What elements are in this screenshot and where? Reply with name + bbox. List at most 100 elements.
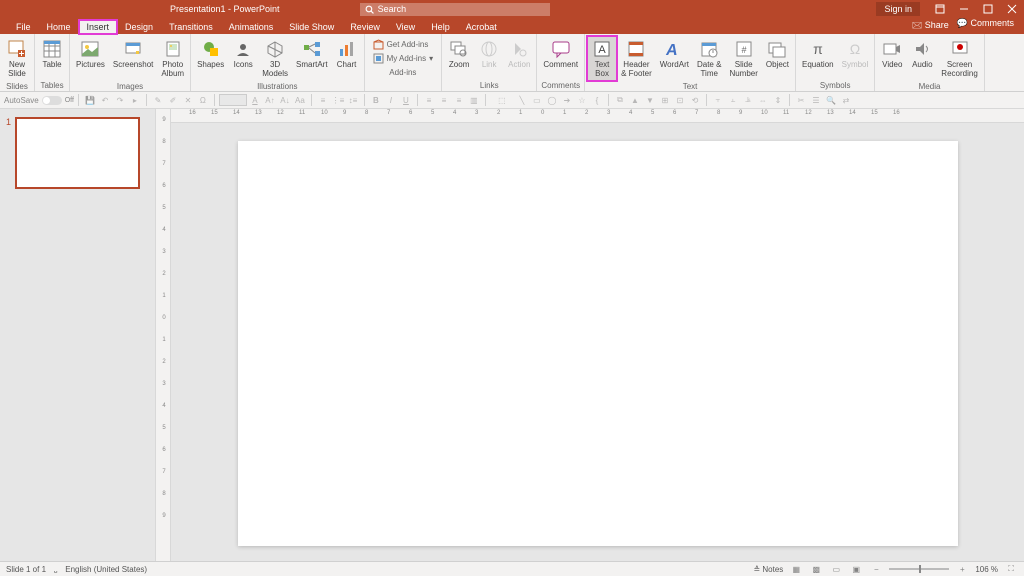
zoom-level[interactable]: 106 % <box>975 565 998 574</box>
chart-button[interactable]: Chart <box>332 36 362 81</box>
reading-view-icon[interactable]: ▭ <box>829 563 843 575</box>
selection-pane-icon[interactable]: ☰ <box>809 93 823 107</box>
align-right-icon[interactable]: ≡ <box>452 93 466 107</box>
get-addins-button[interactable]: Get Add-ins <box>371 38 436 51</box>
change-case-icon[interactable]: Aa <box>293 93 307 107</box>
zoom-slider[interactable] <box>889 568 949 570</box>
icons-button[interactable]: Icons <box>228 36 258 81</box>
smartart-button[interactable]: SmartArt <box>292 36 332 81</box>
align-objects-icon[interactable]: ⊞ <box>658 93 672 107</box>
fit-to-window-icon[interactable]: ⛶ <box>1004 563 1018 575</box>
align-left-icon[interactable]: ≡ <box>422 93 436 107</box>
audio-button[interactable]: Audio <box>907 36 937 81</box>
bring-forward-icon[interactable]: ▲ <box>628 93 642 107</box>
tab-slideshow[interactable]: Slide Show <box>281 20 342 34</box>
rect-shape-icon[interactable]: ▭ <box>530 93 544 107</box>
header-footer-button[interactable]: Header & Footer <box>617 36 656 81</box>
comments-button[interactable]: 💬 Comments <box>957 18 1014 34</box>
3d-models-button[interactable]: 3D Models <box>258 36 292 81</box>
tab-review[interactable]: Review <box>342 20 388 34</box>
clear-icon[interactable]: ✕ <box>181 93 195 107</box>
tab-help[interactable]: Help <box>423 20 458 34</box>
replace-icon[interactable]: ⇄ <box>839 93 853 107</box>
spellcheck-icon[interactable]: ⎵ <box>54 564 57 574</box>
screenshot-button[interactable]: Screenshot <box>109 36 157 81</box>
text-box-button[interactable]: AText Box <box>587 36 617 81</box>
new-slide-button[interactable]: New Slide <box>2 36 32 81</box>
photo-album-button[interactable]: Photo Album <box>157 36 188 81</box>
find-icon[interactable]: 🔍 <box>824 93 838 107</box>
slide-thumbnails-panel[interactable]: 1 <box>0 109 155 561</box>
wordart-button[interactable]: AWordArt <box>656 36 693 81</box>
crop-icon[interactable]: ✂ <box>794 93 808 107</box>
ribbon-display-button[interactable] <box>928 0 952 18</box>
tab-animations[interactable]: Animations <box>221 20 282 34</box>
rotate-icon[interactable]: ⟲ <box>688 93 702 107</box>
slide-number-button[interactable]: #Slide Number <box>725 36 761 81</box>
columns-icon[interactable]: ▥ <box>467 93 481 107</box>
slide-indicator[interactable]: Slide 1 of 1 <box>6 565 46 574</box>
zoom-out-button[interactable]: − <box>869 563 883 575</box>
autosave-toggle[interactable] <box>42 96 62 105</box>
bullets-icon[interactable]: ≡ <box>316 93 330 107</box>
slideshow-view-icon[interactable]: ▣ <box>849 563 863 575</box>
font-color-icon[interactable]: A <box>248 93 262 107</box>
zoom-button[interactable]: Zoom <box>444 36 474 80</box>
tab-view[interactable]: View <box>388 20 423 34</box>
close-button[interactable] <box>1000 0 1024 18</box>
table-button[interactable]: Table <box>37 36 67 80</box>
date-time-button[interactable]: Date & Time <box>693 36 725 81</box>
sorter-view-icon[interactable]: ▩ <box>809 563 823 575</box>
tab-insert[interactable]: Insert <box>79 20 118 34</box>
align-top-icon[interactable]: ⫟ <box>711 93 725 107</box>
save-icon[interactable]: 💾 <box>83 93 97 107</box>
brace-shape-icon[interactable]: { <box>590 93 604 107</box>
zoom-in-button[interactable]: + <box>955 563 969 575</box>
redo-icon[interactable]: ↷ <box>113 93 127 107</box>
slide-thumbnail-1[interactable] <box>15 117 140 189</box>
align-middle-icon[interactable]: ⫠ <box>726 93 740 107</box>
share-button[interactable]: 🖂 Share <box>912 18 949 34</box>
video-button[interactable]: Video <box>877 36 907 81</box>
arrange-icon[interactable]: ⧉ <box>613 93 627 107</box>
send-backward-icon[interactable]: ▼ <box>643 93 657 107</box>
comment-button[interactable]: Comment <box>539 36 582 80</box>
tab-file[interactable]: File <box>8 20 39 34</box>
eyedropper-icon[interactable]: ✐ <box>166 93 180 107</box>
start-slideshow-icon[interactable]: ▸ <box>128 93 142 107</box>
numbering-icon[interactable]: ⋮≡ <box>331 93 345 107</box>
slide-canvas[interactable] <box>238 141 958 546</box>
textbox-icon[interactable]: ⬚ <box>490 93 514 107</box>
arrow-shape-icon[interactable]: ➔ <box>560 93 574 107</box>
decrease-font-icon[interactable]: A↓ <box>278 93 292 107</box>
slide-canvas-area[interactable] <box>171 123 1024 561</box>
underline-icon[interactable]: U <box>399 93 413 107</box>
distribute-v-icon[interactable]: ⇕ <box>771 93 785 107</box>
shape-fill-dropdown[interactable] <box>219 94 247 106</box>
tab-transitions[interactable]: Transitions <box>161 20 221 34</box>
italic-icon[interactable]: I <box>384 93 398 107</box>
minimize-button[interactable] <box>952 0 976 18</box>
pictures-button[interactable]: Pictures <box>72 36 109 81</box>
format-painter-icon[interactable]: ✎ <box>151 93 165 107</box>
language-indicator[interactable]: English (United States) <box>65 565 147 574</box>
undo-icon[interactable]: ↶ <box>98 93 112 107</box>
tab-design[interactable]: Design <box>117 20 161 34</box>
tab-acrobat[interactable]: Acrobat <box>458 20 505 34</box>
line-shape-icon[interactable]: ╲ <box>515 93 529 107</box>
bold-icon[interactable]: B <box>369 93 383 107</box>
sign-in-button[interactable]: Sign in <box>876 2 920 16</box>
oval-shape-icon[interactable]: ◯ <box>545 93 559 107</box>
tab-home[interactable]: Home <box>39 20 79 34</box>
star-shape-icon[interactable]: ☆ <box>575 93 589 107</box>
align-center-icon[interactable]: ≡ <box>437 93 451 107</box>
search-box[interactable]: Search <box>360 3 550 16</box>
shapes-button[interactable]: Shapes <box>193 36 228 81</box>
group-icon[interactable]: ⊡ <box>673 93 687 107</box>
line-spacing-icon[interactable]: ↕≡ <box>346 93 360 107</box>
increase-font-icon[interactable]: A↑ <box>263 93 277 107</box>
distribute-h-icon[interactable]: ⇔ <box>756 93 770 107</box>
screen-recording-button[interactable]: Screen Recording <box>937 36 981 81</box>
equation-button[interactable]: πEquation <box>798 36 838 80</box>
align-bottom-icon[interactable]: ⫡ <box>741 93 755 107</box>
